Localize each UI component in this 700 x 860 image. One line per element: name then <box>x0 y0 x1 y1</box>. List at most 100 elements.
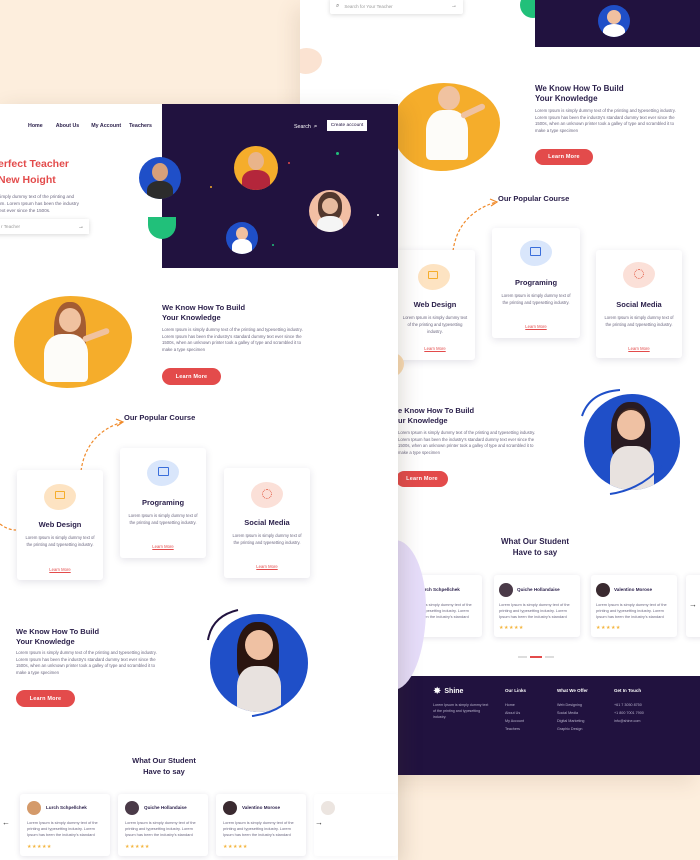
footer-link[interactable]: Digital Marketing <box>557 719 584 723</box>
teacher-avatar <box>598 5 630 37</box>
teacher-avatar <box>226 222 258 254</box>
nav-item-account[interactable]: My Account <box>91 123 121 129</box>
web-design-icon <box>55 491 65 499</box>
course-link[interactable]: Learn More <box>596 346 682 351</box>
search-placeholder: r Teacher <box>1 224 21 229</box>
decor-dot <box>377 214 379 216</box>
arrow-right-icon[interactable]: → <box>451 3 457 9</box>
course-link[interactable]: Learn More <box>120 544 206 549</box>
course-card[interactable]: Programing Lorem Ipsum is simply dummy t… <box>120 448 206 558</box>
decor-dot <box>272 244 274 246</box>
web-design-icon <box>428 271 438 279</box>
star-rating: ★★★★★ <box>223 844 248 850</box>
testimonial-text: Lorem Ipsum is simply dummy text of the … <box>499 602 570 620</box>
decor-arc <box>207 609 303 717</box>
code-icon <box>158 467 169 476</box>
popular-course-title: Our Popular Course <box>124 413 196 422</box>
know-text: Lorem Ipsum is simply dummy text of the … <box>535 108 676 133</box>
testimonial-card: Lurch Schpellchek Lorem Ipsum is simply … <box>20 794 110 856</box>
hero-search-bar[interactable]: r Teacher → <box>0 219 89 234</box>
testimonial-card: Quiche Hollandaise Lorem Ipsum is simply… <box>494 575 580 637</box>
star-rating: ★★★★★ <box>125 844 150 850</box>
nav-search[interactable]: Search ⌕ <box>294 123 317 131</box>
testimonial-name: Quiche Hollandaise <box>144 805 187 810</box>
testimonial-name: Quiche Hollandaise <box>517 587 560 592</box>
footer-link[interactable]: Social Media <box>557 711 578 715</box>
course-desc: Lorem Ipsum is simply dummy text of the … <box>25 535 95 548</box>
avatar <box>27 801 41 815</box>
decor-dot <box>210 186 212 188</box>
testimonial-text: Lorem Ipsum is simply dummy text of the … <box>596 602 667 620</box>
course-card[interactable]: Web Design Lorem Ipsum is simply dummy t… <box>395 250 475 360</box>
course-desc: Lorem Ipsum is simply dummy text of the … <box>604 315 674 328</box>
arrow-left-icon[interactable]: ← <box>2 818 10 827</box>
star-rating: ★★★★★ <box>499 625 524 631</box>
decor-dot <box>288 162 290 164</box>
nav-item-teachers[interactable]: Teachers <box>129 123 152 129</box>
network-icon <box>262 489 272 499</box>
search-bar[interactable]: ⌕ Search for Your Teacher → <box>330 0 463 14</box>
course-link[interactable]: Learn More <box>224 564 310 569</box>
course-link[interactable]: Learn More <box>17 567 103 572</box>
course-link[interactable]: Learn More <box>492 324 580 329</box>
footer-link[interactable]: Teachers <box>505 727 520 731</box>
know-text: Lorem Ipsum is simply dummy text of the … <box>162 327 303 352</box>
avatar <box>125 801 139 815</box>
learn-more-button[interactable]: Learn More <box>396 471 448 487</box>
testimonial-text: Lorem Ipsum is simply dummy text of the … <box>27 820 98 838</box>
brand-logo: ✸ Shine <box>433 686 463 697</box>
learn-more-button[interactable]: Learn More <box>16 690 75 707</box>
brand-text: Lorem Ipsum is simply dummy text of the … <box>433 703 489 720</box>
arrow-right-icon[interactable]: → <box>78 224 84 230</box>
nav-item-home[interactable]: Home <box>28 123 43 129</box>
footer-col-title: What We Offer <box>557 688 588 693</box>
nav-item-about[interactable]: About Us <box>56 123 80 129</box>
pagination-dot-active[interactable] <box>530 656 542 658</box>
footer-col-title: Our Links <box>505 688 527 693</box>
course-desc: Lorem Ipsum is simply dummy text of the … <box>501 293 571 306</box>
learn-more-button[interactable]: Learn More <box>162 368 221 385</box>
avatar <box>596 583 610 597</box>
testimonial-card: Quiche Hollandaise Lorem Ipsum is simply… <box>118 794 208 856</box>
student-title: What Our Student Have to say <box>501 537 569 557</box>
footer-contact: +61 7 3050 8750 <box>614 703 642 707</box>
course-card[interactable]: Programing Lorem Ipsum is simply dummy t… <box>492 228 580 338</box>
pagination-dot[interactable] <box>545 656 554 658</box>
course-card[interactable]: Web Design Lorem Ipsum is simply dummy t… <box>17 470 103 580</box>
know2-title: We Know How To Build Your Knowledge <box>16 627 100 647</box>
footer-link[interactable]: Home <box>505 703 515 707</box>
student-title: What Our Student Have to say <box>132 756 196 776</box>
teacher-avatar <box>309 190 351 232</box>
arrow-right-icon[interactable]: → <box>315 818 323 827</box>
decor-arc <box>581 389 663 495</box>
brand-name: Shine <box>444 688 464 695</box>
dashed-line <box>0 523 17 531</box>
arrow-right-icon[interactable]: → <box>689 600 697 609</box>
peach-blob <box>300 48 322 74</box>
network-icon <box>634 269 644 279</box>
footer-contact: info@shine.com <box>614 719 641 723</box>
pagination-dots[interactable] <box>518 656 554 658</box>
testimonial-name: Lurch Schpellchek <box>46 805 87 810</box>
footer-link[interactable]: Web Designing <box>557 703 582 707</box>
avatar <box>499 583 513 597</box>
course-card[interactable]: Social Media Lorem Ipsum is simply dummy… <box>596 250 682 358</box>
course-link[interactable]: Learn More <box>395 346 475 351</box>
footer-col-title: Get In Touch <box>614 688 642 693</box>
footer-link[interactable]: My Account <box>505 719 524 723</box>
create-account-button[interactable]: Create account <box>327 120 367 131</box>
course-card[interactable]: Social Media Lorem Ipsum is simply dummy… <box>224 468 310 578</box>
learn-more-button[interactable]: Learn More <box>535 149 593 165</box>
star-rating: ★★★★★ <box>27 844 52 850</box>
star-logo-icon: ✸ <box>433 686 442 697</box>
course-title: Web Design <box>413 300 457 309</box>
footer-link[interactable]: Graphic Design <box>557 727 582 731</box>
hero-title: erfect Teacher New Hoight <box>0 158 70 186</box>
girl-pointing-image <box>38 302 111 390</box>
teacher-avatar <box>139 157 181 199</box>
pagination-dot[interactable] <box>518 656 527 658</box>
search-icon: ⌕ <box>313 123 318 130</box>
course-title: Social Media <box>616 300 662 309</box>
footer-link[interactable]: About Us <box>505 711 520 715</box>
code-icon <box>530 247 541 256</box>
